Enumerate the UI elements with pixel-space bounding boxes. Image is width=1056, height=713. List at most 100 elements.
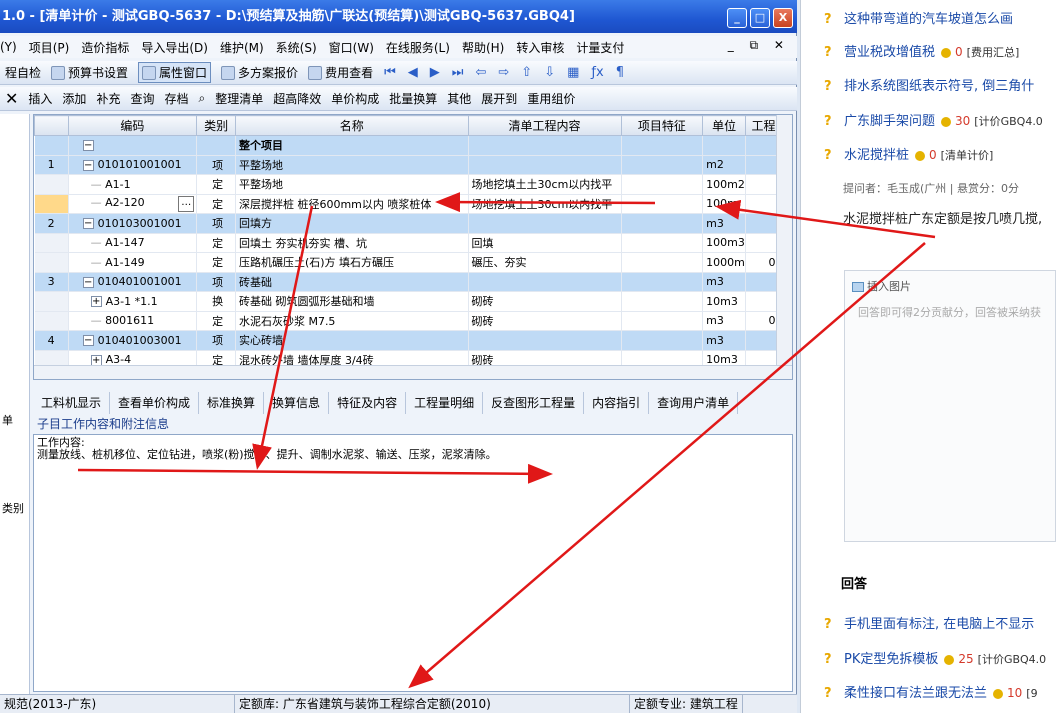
menu-item-online[interactable]: 在线服务(L) bbox=[386, 39, 450, 56]
menu-item-import-export[interactable]: 导入导出(D) bbox=[141, 39, 208, 56]
arrow-up-icon[interactable]: ⇧ bbox=[521, 65, 532, 80]
first-icon[interactable]: ⏮ bbox=[384, 65, 396, 80]
cell-content[interactable]: 砌砖 bbox=[468, 311, 622, 331]
table-row[interactable]: 2−010103001001 项回填方 m3 bbox=[34, 213, 792, 234]
multi-plan-button[interactable]: 多方案报价 bbox=[221, 64, 298, 81]
cell-name[interactable]: 压路机碾压土(石)方 填石方碾压 bbox=[235, 252, 469, 273]
tab-features[interactable]: 特征及内容 bbox=[329, 392, 407, 414]
work-content-panel[interactable]: 工作内容: 测量放线、桩机移位、定位钻进，喷浆(粉)搅拌、提升、调制水泥浆、输送… bbox=[33, 434, 793, 692]
last-icon[interactable]: ⏭ bbox=[452, 65, 464, 80]
cell-feat[interactable] bbox=[621, 233, 704, 253]
cell-n[interactable] bbox=[34, 194, 69, 214]
cell-cat[interactable]: 定 bbox=[196, 252, 236, 273]
cell-cat[interactable]: 项 bbox=[196, 272, 236, 292]
cell-code[interactable]: − bbox=[68, 135, 198, 156]
cell-name[interactable]: 水泥石灰砂浆 M7.5 bbox=[235, 311, 469, 331]
cell-cat[interactable]: 定 bbox=[196, 174, 236, 195]
ellipsis-button[interactable]: … bbox=[178, 195, 195, 212]
question-link[interactable]: ? 这种带弯道的汽车坡道怎么画 bbox=[824, 8, 1013, 27]
cell-feat[interactable] bbox=[621, 213, 704, 234]
cell-code[interactable]: −010401003001 bbox=[68, 330, 198, 351]
grid-horizontal-scrollbar[interactable] bbox=[34, 365, 792, 379]
cell-cat[interactable]: 定 bbox=[196, 194, 236, 214]
col-header-cat[interactable]: 类别 bbox=[196, 115, 236, 136]
cell-content[interactable] bbox=[468, 155, 622, 175]
cell-code[interactable]: — A1-147 bbox=[68, 233, 198, 253]
col-header-feature[interactable]: 项目特征 bbox=[620, 115, 704, 136]
tab-labor-material[interactable]: 工料机显示 bbox=[33, 392, 111, 414]
cell-code[interactable]: −010101001001 bbox=[68, 155, 198, 175]
question-link[interactable]: ? PK定型免拆模板 25 [计价GBQ4.0 bbox=[824, 648, 1046, 667]
cell-n[interactable]: 1 bbox=[34, 155, 69, 175]
cell-n[interactable] bbox=[34, 311, 69, 331]
cell-cat[interactable]: 项 bbox=[196, 155, 236, 175]
minimize-button[interactable]: _ bbox=[727, 8, 747, 28]
cell-unit[interactable]: m3 bbox=[702, 213, 747, 234]
mdi-controls[interactable]: _ ⧉ ✕ bbox=[728, 38, 790, 53]
expand-toggle-icon[interactable]: − bbox=[82, 218, 94, 230]
question-link[interactable]: ? 营业税改增值税 0 [费用汇总] bbox=[824, 41, 1019, 60]
tab-convert-info[interactable]: 换算信息 bbox=[264, 392, 330, 414]
prev-icon[interactable]: ◀ bbox=[408, 65, 418, 80]
cell-unit[interactable]: m3 bbox=[702, 330, 747, 351]
cell-name[interactable]: 平整场地 bbox=[235, 174, 469, 195]
insert-button[interactable]: 插入 bbox=[28, 90, 52, 107]
cell-name[interactable]: 砖基础 砌筑圆弧形基础和墙 bbox=[235, 291, 469, 312]
tab-standard-convert[interactable]: 标准换算 bbox=[199, 392, 265, 414]
property-window-button[interactable]: 属性窗口 bbox=[138, 62, 212, 83]
question-link[interactable]: ? 手机里面有标注, 在电脑上不显示 bbox=[824, 613, 1034, 632]
expand-toggle-icon[interactable]: + bbox=[90, 296, 102, 308]
cell-unit[interactable]: 100m bbox=[702, 194, 747, 214]
insert-picture-button[interactable]: 插入图片 bbox=[852, 278, 911, 294]
cell-n[interactable]: 2 bbox=[34, 213, 69, 234]
query-button[interactable]: 查询 bbox=[130, 90, 154, 107]
formula-icon[interactable]: ƒx bbox=[591, 65, 603, 80]
cell-n[interactable] bbox=[34, 135, 69, 156]
height-reduce-button[interactable]: 超高降效 bbox=[273, 90, 321, 107]
question-link[interactable]: ? 水泥搅拌桩 0 [清单计价] bbox=[824, 144, 993, 163]
table-row[interactable]: +A3-1 *1.1换砖基础 砌筑圆弧形基础和墙砌砖10m30. bbox=[34, 291, 792, 312]
table-row[interactable]: — A1-149定压路机碾压土(石)方 填石方碾压碾压、夯实1000m30.00 bbox=[34, 252, 792, 273]
cell-name[interactable]: 平整场地 bbox=[235, 155, 469, 175]
close-button[interactable]: X bbox=[773, 8, 793, 28]
batch-convert-button[interactable]: 批量换算 bbox=[389, 90, 437, 107]
cell-unit[interactable] bbox=[702, 135, 747, 156]
col-header-num[interactable] bbox=[34, 115, 69, 136]
unit-price-button[interactable]: 单价构成 bbox=[331, 90, 379, 107]
menu-item-window[interactable]: 窗口(W) bbox=[329, 39, 374, 56]
cell-feat[interactable] bbox=[621, 194, 704, 214]
cell-feat[interactable] bbox=[621, 330, 704, 351]
close-x-icon[interactable]: ✕ bbox=[5, 89, 18, 108]
menu-item-cost-index[interactable]: 造价指标 bbox=[81, 39, 129, 56]
menu-item-maintain[interactable]: 维护(M) bbox=[220, 39, 264, 56]
tab-qty-detail[interactable]: 工程量明细 bbox=[406, 392, 484, 414]
cell-n[interactable] bbox=[34, 291, 69, 312]
table-row[interactable]: 1−010101001001 项平整场地 m2 bbox=[34, 155, 792, 175]
budget-settings-button[interactable]: 预算书设置 bbox=[51, 64, 128, 81]
menu-item-audit[interactable]: 转入审核 bbox=[516, 39, 564, 56]
cell-code[interactable]: −010401001001 bbox=[68, 272, 198, 292]
cell-name[interactable]: 实心砖墙 bbox=[235, 330, 469, 351]
table-row[interactable]: — A1-1定平整场地场地挖填土土30cm以内找平100m20.0 bbox=[34, 174, 792, 195]
expand-toggle-icon[interactable]: − bbox=[82, 335, 94, 347]
add-button[interactable]: 添加 bbox=[62, 90, 86, 107]
cell-n[interactable]: 4 bbox=[34, 330, 69, 351]
arrow-down-icon[interactable]: ⇩ bbox=[544, 65, 555, 80]
cell-n[interactable] bbox=[34, 252, 69, 273]
table-row[interactable]: 4−010401003001 项实心砖墙 m3 bbox=[34, 330, 792, 351]
tab-content-guide[interactable]: 内容指引 bbox=[584, 392, 650, 414]
question-link[interactable]: ? 柔性接口有法兰跟无法兰 10 [9 bbox=[824, 682, 1038, 701]
cell-content[interactable]: 场地挖填土土30cm以内找平 bbox=[468, 194, 622, 214]
cell-content[interactable]: 砌砖 bbox=[468, 291, 622, 312]
grid-vertical-scrollbar[interactable] bbox=[776, 115, 792, 379]
menu-item-payment[interactable]: 计量支付 bbox=[576, 39, 624, 56]
next-icon[interactable]: ▶ bbox=[430, 65, 440, 80]
cell-unit[interactable]: 100m3 bbox=[702, 233, 747, 253]
col-header-unit[interactable]: 单位 bbox=[702, 115, 747, 136]
cell-feat[interactable] bbox=[621, 272, 704, 292]
maximize-button[interactable]: □ bbox=[750, 8, 770, 28]
cell-code[interactable]: — A2-120… bbox=[68, 194, 198, 214]
binoculars-icon[interactable]: ⌕ bbox=[198, 91, 205, 106]
cell-name[interactable]: 砖基础 bbox=[235, 272, 469, 292]
cell-content[interactable] bbox=[468, 135, 622, 156]
